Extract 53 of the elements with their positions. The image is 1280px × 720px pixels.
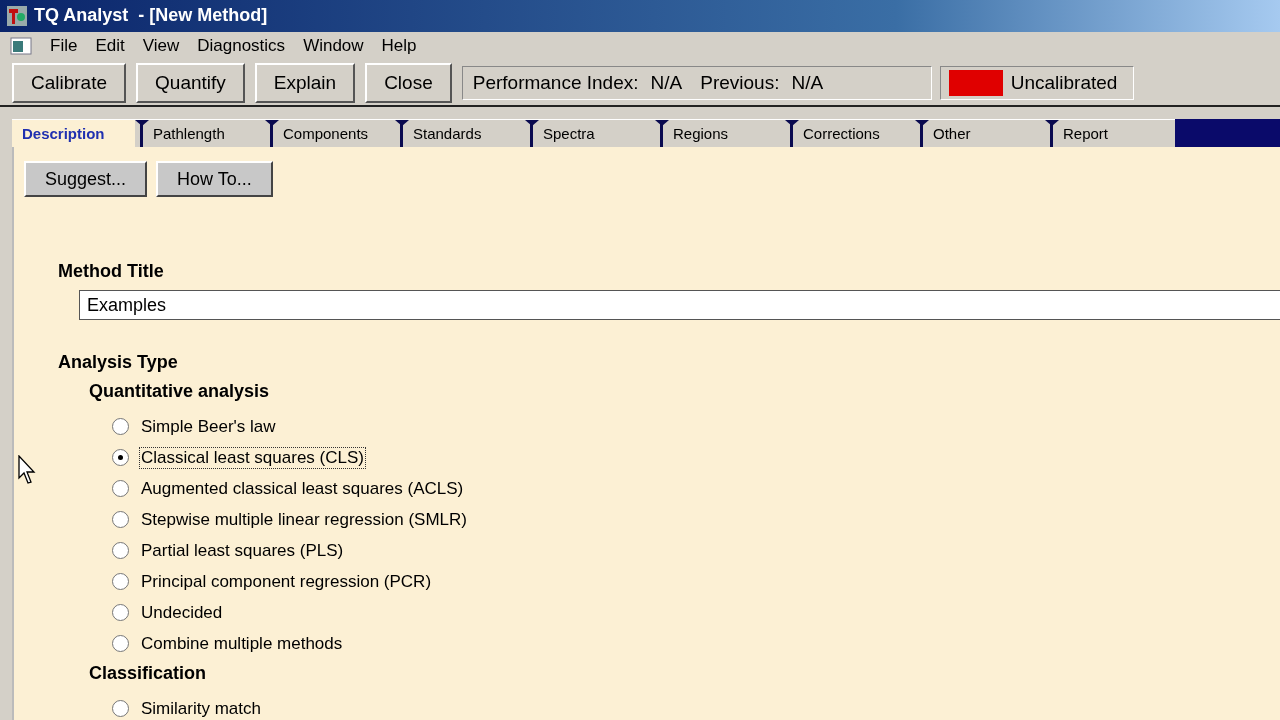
menu-item[interactable]: Diagnostics — [189, 35, 296, 56]
status-text: Uncalibrated — [1010, 72, 1118, 95]
section-heading: Method Title — [58, 261, 165, 282]
radio-button[interactable] — [112, 635, 129, 652]
tab[interactable]: Standards — [395, 119, 525, 147]
radio-button[interactable] — [112, 449, 129, 466]
previous-label: Previous: — [700, 72, 780, 95]
menu-item[interactable]: Window — [295, 35, 374, 56]
tab[interactable]: Corrections — [785, 119, 915, 147]
radio-button[interactable] — [112, 604, 129, 621]
tab[interactable]: Spectra — [525, 119, 655, 147]
performance-value: N/A — [650, 72, 683, 95]
toolbar-button[interactable]: Close — [365, 63, 452, 104]
action-button[interactable]: How To... — [156, 161, 273, 197]
action-button[interactable]: Suggest... — [24, 161, 148, 197]
mouse-pointer-icon — [18, 455, 38, 485]
option-label[interactable]: Principal component regression (PCR) — [139, 570, 434, 593]
toolbar-button[interactable]: Quantify — [136, 63, 245, 104]
method-title-field[interactable]: Examples — [79, 290, 1280, 320]
option-label[interactable]: Simple Beer's law — [139, 415, 278, 438]
toolbar-button[interactable]: Explain — [254, 63, 356, 104]
toolbar-button[interactable]: Calibrate — [12, 63, 127, 104]
radio-button[interactable] — [112, 542, 129, 559]
option-label[interactable]: Combine multiple methods — [139, 632, 345, 655]
menu-item[interactable]: Help — [373, 35, 427, 56]
performance-label: Performance Index: — [472, 72, 639, 95]
option-label[interactable]: Similarity match — [139, 697, 263, 720]
option-label[interactable]: Augmented classical least squares (ACLS) — [139, 477, 466, 500]
group-heading: Classification — [89, 663, 208, 685]
radio-button[interactable] — [112, 511, 129, 528]
app-logo-icon — [6, 4, 28, 27]
radio-button[interactable] — [112, 480, 129, 497]
tab[interactable]: Report — [1045, 119, 1175, 147]
tab[interactable]: Other — [915, 119, 1045, 147]
option-label[interactable]: Stepwise multiple linear regression (SMLR) — [139, 508, 469, 531]
menu-item[interactable]: Edit — [87, 35, 135, 56]
radio-button[interactable] — [112, 573, 129, 590]
menu-item[interactable]: File — [42, 35, 88, 56]
previous-value: N/A — [791, 72, 824, 95]
tab[interactable]: Components — [265, 119, 395, 147]
window-title: TQ Analyst - [New Method] — [34, 5, 268, 27]
menu-item[interactable]: View — [134, 35, 190, 56]
tab[interactable]: Description — [12, 119, 135, 147]
option-label[interactable]: Partial least squares (PLS) — [139, 539, 346, 562]
group-heading: Quantitative analysis — [89, 381, 271, 403]
option-label[interactable]: Undecided — [139, 601, 225, 624]
tab[interactable]: Pathlength — [135, 119, 265, 147]
tab[interactable]: Regions — [655, 119, 785, 147]
document-icon[interactable] — [10, 36, 32, 55]
radio-button[interactable] — [112, 700, 129, 717]
option-label[interactable]: Classical least squares (CLS) — [139, 446, 366, 469]
section-heading: Analysis Type — [58, 352, 179, 373]
radio-button[interactable] — [112, 418, 129, 435]
